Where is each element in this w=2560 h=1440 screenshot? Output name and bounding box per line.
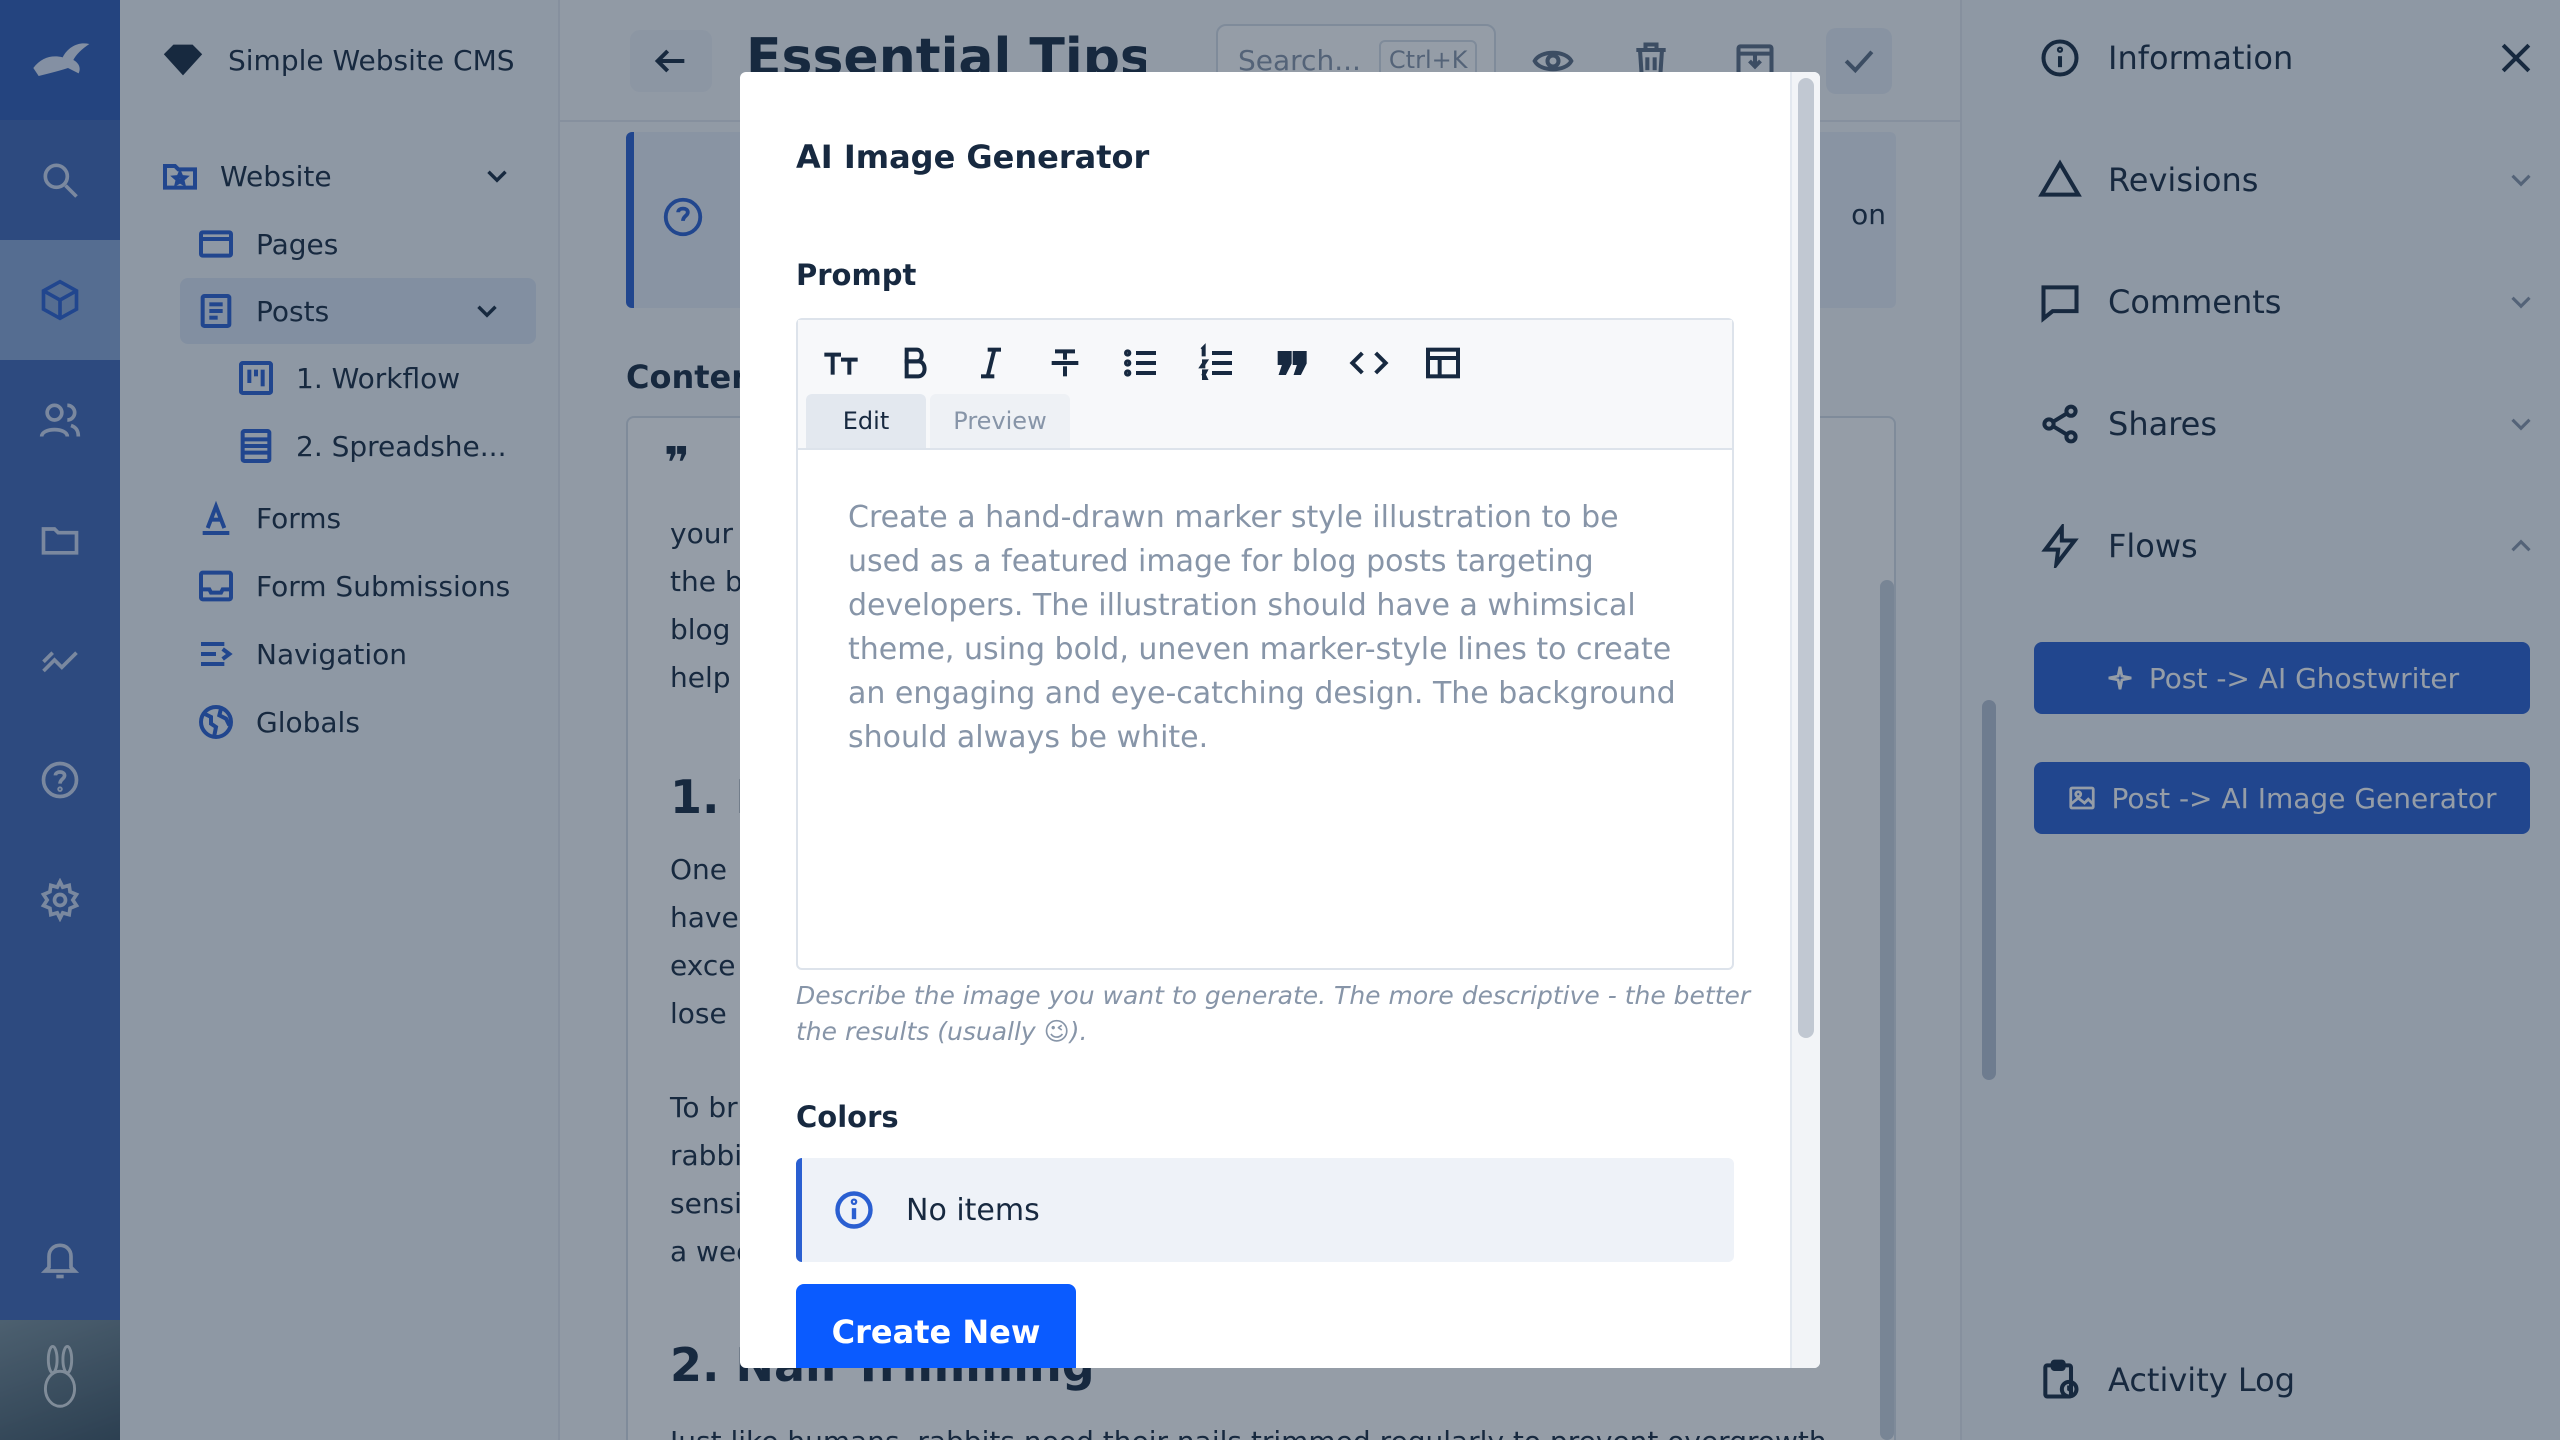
- italic-button[interactable]: [964, 336, 1018, 390]
- numbered-list-button[interactable]: [1190, 336, 1244, 390]
- prompt-help-text: Describe the image you want to generate.…: [796, 981, 1751, 1046]
- table-icon: [1426, 347, 1460, 379]
- quote-icon: [1277, 351, 1307, 375]
- bullet-list-icon: [1124, 349, 1156, 377]
- dialog-scrollbar[interactable]: [1790, 72, 1820, 1368]
- heading-button[interactable]: [814, 336, 868, 390]
- info-icon: [835, 1191, 873, 1229]
- ai-image-generator-dialog: AI Image Generator Prompt Edit Preview C…: [740, 72, 1820, 1368]
- strikethrough-icon: [1051, 349, 1079, 377]
- prompt-markdown-editor: Edit Preview Create a hand-drawn marker …: [796, 318, 1734, 970]
- text-size-icon: [824, 352, 858, 375]
- tab-edit[interactable]: Edit: [806, 394, 926, 448]
- create-new-button[interactable]: Create New: [796, 1284, 1076, 1368]
- numbered-list-icon: [1198, 343, 1232, 380]
- prompt-label: Prompt: [796, 258, 917, 292]
- dialog-title: AI Image Generator: [796, 138, 1150, 176]
- code-icon: [1349, 351, 1389, 375]
- colors-label: Colors: [796, 1100, 899, 1134]
- code-button[interactable]: [1342, 336, 1396, 390]
- editor-toolbar: Edit Preview: [798, 320, 1732, 450]
- blockquote-button[interactable]: [1266, 336, 1320, 390]
- bullet-list-button[interactable]: [1114, 336, 1168, 390]
- italic-icon: [981, 347, 1001, 379]
- bold-button[interactable]: [888, 336, 942, 390]
- colors-empty-text: No items: [906, 1192, 1040, 1228]
- strikethrough-button[interactable]: [1038, 336, 1092, 390]
- colors-empty-notice: No items: [796, 1158, 1734, 1262]
- tab-preview[interactable]: Preview: [930, 394, 1070, 448]
- bold-icon: [904, 347, 927, 379]
- prompt-textarea[interactable]: Create a hand-drawn marker style illustr…: [848, 496, 1688, 760]
- dialog-scrollbar-thumb[interactable]: [1798, 78, 1814, 1038]
- table-button[interactable]: [1416, 336, 1470, 390]
